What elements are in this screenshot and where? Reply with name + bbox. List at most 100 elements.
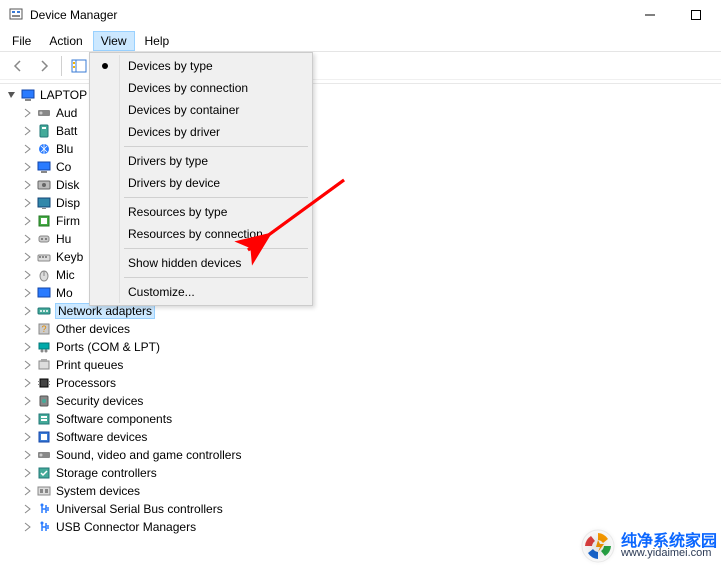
chevron-right-icon[interactable] (22, 395, 34, 407)
chevron-right-icon[interactable] (22, 269, 34, 281)
node-label: Processors (56, 376, 116, 390)
chevron-right-icon[interactable] (22, 359, 34, 371)
node-label: Keyb (56, 250, 83, 264)
menu-label: Resources by connection (128, 227, 263, 241)
tree-node[interactable]: Universal Serial Bus controllers (6, 500, 721, 518)
device-category-icon (36, 141, 52, 157)
chevron-right-icon[interactable] (22, 449, 34, 461)
view-devices-by-type[interactable]: Devices by type (92, 55, 310, 77)
view-devices-by-container[interactable]: Devices by container (92, 99, 310, 121)
node-label: Other devices (56, 322, 130, 336)
chevron-right-icon[interactable] (22, 161, 34, 173)
node-label: Network adapters (56, 304, 154, 318)
device-category-icon (36, 303, 52, 319)
tree-node[interactable]: Software devices (6, 428, 721, 446)
node-label: System devices (56, 484, 140, 498)
node-label: Storage controllers (56, 466, 157, 480)
view-customize[interactable]: Customize... (92, 281, 310, 303)
view-devices-by-driver[interactable]: Devices by driver (92, 121, 310, 143)
tree-node[interactable]: Sound, video and game controllers (6, 446, 721, 464)
chevron-down-icon[interactable] (6, 89, 18, 101)
device-category-icon (36, 267, 52, 283)
node-label: Software devices (56, 430, 147, 444)
menu-label: Customize... (128, 285, 195, 299)
menu-separator (124, 248, 308, 249)
device-category-icon (36, 519, 52, 535)
device-category-icon (36, 339, 52, 355)
node-label: Co (56, 160, 71, 174)
device-category-icon (36, 123, 52, 139)
device-category-icon (36, 213, 52, 229)
tree-node[interactable]: Processors (6, 374, 721, 392)
bullet-icon (102, 63, 108, 69)
forward-button[interactable] (32, 55, 56, 77)
chevron-right-icon[interactable] (22, 413, 34, 425)
menu-action[interactable]: Action (41, 31, 90, 51)
menu-label: Devices by type (128, 59, 213, 73)
node-label: Sound, video and game controllers (56, 448, 241, 462)
view-devices-by-connection[interactable]: Devices by connection (92, 77, 310, 99)
view-drivers-by-type[interactable]: Drivers by type (92, 150, 310, 172)
view-resources-by-connection[interactable]: Resources by connection (92, 223, 310, 245)
chevron-right-icon[interactable] (22, 377, 34, 389)
tree-node[interactable]: Storage controllers (6, 464, 721, 482)
view-resources-by-type[interactable]: Resources by type (92, 201, 310, 223)
device-category-icon (36, 393, 52, 409)
tree-node[interactable]: Security devices (6, 392, 721, 410)
chevron-right-icon[interactable] (22, 341, 34, 353)
device-category-icon (36, 375, 52, 391)
chevron-right-icon[interactable] (22, 431, 34, 443)
minimize-button[interactable] (627, 0, 673, 30)
tree-node[interactable]: System devices (6, 482, 721, 500)
window-controls (627, 0, 719, 30)
view-drivers-by-device[interactable]: Drivers by device (92, 172, 310, 194)
device-category-icon (36, 483, 52, 499)
menu-help[interactable]: Help (137, 31, 178, 51)
tree-node[interactable]: Software components (6, 410, 721, 428)
menu-label: Resources by type (128, 205, 227, 219)
menu-label: Drivers by type (128, 154, 208, 168)
device-category-icon (36, 465, 52, 481)
chevron-right-icon[interactable] (22, 323, 34, 335)
menu-separator (124, 146, 308, 147)
menubar: File Action View Help (0, 30, 721, 52)
device-category-icon: ? (36, 321, 52, 337)
node-label: Disk (56, 178, 79, 192)
chevron-right-icon[interactable] (22, 197, 34, 209)
chevron-right-icon[interactable] (22, 179, 34, 191)
show-tree-button[interactable] (67, 55, 91, 77)
chevron-right-icon[interactable] (22, 215, 34, 227)
chevron-right-icon[interactable] (22, 287, 34, 299)
chevron-right-icon[interactable] (22, 251, 34, 263)
chevron-right-icon[interactable] (22, 467, 34, 479)
menu-label: Devices by driver (128, 125, 220, 139)
node-label: Software components (56, 412, 172, 426)
chevron-right-icon[interactable] (22, 125, 34, 137)
node-label: Aud (56, 106, 77, 120)
chevron-right-icon[interactable] (22, 233, 34, 245)
chevron-right-icon[interactable] (22, 521, 34, 533)
tree-node[interactable]: Ports (COM & LPT) (6, 338, 721, 356)
chevron-right-icon[interactable] (22, 305, 34, 317)
tree-node[interactable]: Print queues (6, 356, 721, 374)
node-label: Security devices (56, 394, 143, 408)
chevron-right-icon[interactable] (22, 143, 34, 155)
device-category-icon (36, 285, 52, 301)
svg-text:?: ? (41, 324, 46, 334)
device-category-icon (36, 447, 52, 463)
watermark-badge-icon (581, 529, 615, 563)
node-label: LAPTOP (40, 88, 87, 102)
maximize-button[interactable] (673, 0, 719, 30)
computer-icon (20, 87, 36, 103)
chevron-right-icon[interactable] (22, 503, 34, 515)
menu-separator (124, 277, 308, 278)
menu-file[interactable]: File (4, 31, 39, 51)
menu-view[interactable]: View (93, 31, 135, 51)
node-label: Mic (56, 268, 75, 282)
chevron-right-icon[interactable] (22, 485, 34, 497)
tree-node[interactable]: ? Other devices (6, 320, 721, 338)
back-button[interactable] (6, 55, 30, 77)
chevron-right-icon[interactable] (22, 107, 34, 119)
titlebar: Device Manager (0, 0, 721, 30)
view-show-hidden-devices[interactable]: Show hidden devices (92, 252, 310, 274)
